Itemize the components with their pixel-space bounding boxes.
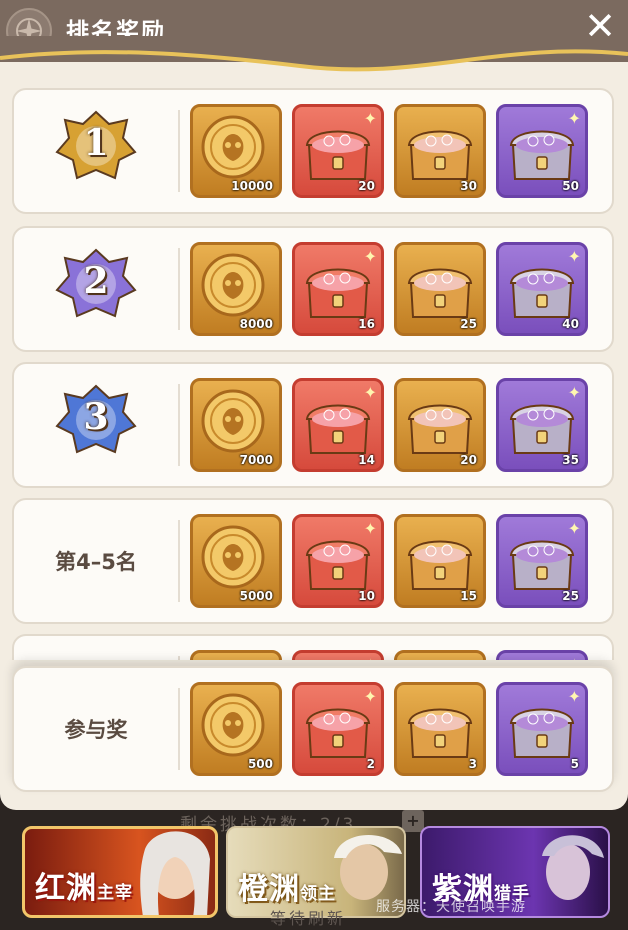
sparkle-icon: ✦ — [567, 519, 581, 538]
reward-row: 2 8000 ✦ 16 25 ✦ 40 — [12, 226, 614, 352]
sparkle-icon: ✦ — [363, 383, 377, 402]
item-quantity: 2 — [366, 757, 375, 771]
item-quantity: 15 — [460, 589, 477, 603]
participation-label: 参与奖 — [64, 718, 128, 742]
rank-range-label: 第4–5名 — [55, 550, 137, 574]
refresh-wait-text: 等待刷新 — [270, 909, 347, 928]
item-quantity: 30 — [460, 179, 477, 193]
rank-1-badge: 1 — [51, 104, 141, 198]
item-quantity: 25 — [562, 589, 579, 603]
reward-item-gold-coin[interactable]: 500 — [190, 682, 282, 776]
row-divider — [178, 688, 180, 770]
reward-item-orange-chest[interactable]: 20 — [394, 378, 486, 472]
header-wave-decoration — [0, 36, 628, 72]
sparkle-icon: ✦ — [568, 655, 581, 660]
item-quantity: 10 — [358, 589, 375, 603]
sparkle-icon: ✦ — [567, 383, 581, 402]
reward-list[interactable]: 1 10000 ✦ 20 30 ✦ 50 2 8000 ✦ 16 25 ✦ 40 3 7000 ✦ 14 20 ✦ 35… — [12, 88, 614, 660]
reward-row: 第4–5名 5000 ✦ 10 15 ✦ 25 — [12, 498, 614, 624]
item-quantity: 14 — [358, 453, 375, 467]
row-divider — [178, 520, 180, 602]
ranking-rewards-panel: 排名奖励 ✕ 1 10000 ✦ 20 30 ✦ 50 2 8000 ✦ 16 25 ✦ 40 3 7000 ✦… — [0, 0, 628, 810]
add-attempts-button[interactable]: + — [402, 810, 424, 832]
row-divider — [178, 110, 180, 192]
item-quantity: 20 — [460, 453, 477, 467]
item-quantity: 20 — [358, 179, 375, 193]
reward-row: 3 7000 ✦ 14 20 ✦ 35 — [12, 362, 614, 488]
reward-item-red-chest[interactable]: ✦ 10 — [292, 514, 384, 608]
reward-item-orange-chest[interactable]: 25 — [394, 242, 486, 336]
row-divider — [178, 248, 180, 330]
reward-item-orange-chest[interactable]: 3 — [394, 682, 486, 776]
banner-name: 橙渊 — [238, 872, 300, 907]
banner-red-abyss[interactable]: 红渊主宰 — [22, 826, 218, 918]
reward-item-purple-chest[interactable]: ✦ 5 — [496, 682, 588, 776]
reward-item-red-chest[interactable]: ✦ 2 — [292, 682, 384, 776]
row-divider — [178, 384, 180, 466]
item-quantity: 5000 — [239, 589, 273, 603]
reward-item-red-chest[interactable]: ✦ 16 — [292, 242, 384, 336]
reward-item-red-chest[interactable]: ✦ 14 — [292, 378, 384, 472]
reward-item-purple-chest[interactable]: ✦ 35 — [496, 378, 588, 472]
item-quantity: 35 — [562, 453, 579, 467]
sparkle-icon: ✦ — [567, 247, 581, 266]
reward-row: ✦✦ — [12, 634, 614, 660]
rank-3-badge: 3 — [51, 378, 141, 472]
rank-label-area: 3 — [14, 364, 178, 486]
banner-name: 红渊 — [35, 871, 97, 906]
reward-item-red-chest[interactable]: ✦ — [292, 650, 384, 660]
reward-item-orange-chest[interactable]: 15 — [394, 514, 486, 608]
rank-number: 3 — [83, 396, 109, 438]
reward-item-orange-chest[interactable] — [394, 650, 486, 660]
item-quantity: 50 — [562, 179, 579, 193]
reward-item-gold-coin[interactable]: 8000 — [190, 242, 282, 336]
reward-item-purple-chest[interactable]: ✦ — [496, 650, 588, 660]
banner-sub: 主宰 — [97, 883, 133, 903]
item-quantity: 16 — [358, 317, 375, 331]
rank-number: 1 — [83, 122, 109, 164]
reward-item-gold-coin[interactable] — [190, 650, 282, 660]
reward-item-red-chest[interactable]: ✦ 20 — [292, 104, 384, 198]
item-quantity: 8000 — [239, 317, 273, 331]
reward-item-gold-coin[interactable]: 7000 — [190, 378, 282, 472]
participation-reward-row: 参与奖 500 ✦ 2 3 ✦ 5 — [12, 666, 614, 792]
reward-item-purple-chest[interactable]: ✦ 50 — [496, 104, 588, 198]
reward-item-gold-coin[interactable]: 5000 — [190, 514, 282, 608]
row-divider — [178, 656, 180, 660]
reward-row: 1 10000 ✦ 20 30 ✦ 50 — [12, 88, 614, 214]
reward-item-purple-chest[interactable]: ✦ 25 — [496, 514, 588, 608]
sparkle-icon: ✦ — [363, 519, 377, 538]
rank-2-badge: 2 — [51, 242, 141, 336]
item-quantity: 40 — [562, 317, 579, 331]
reward-item-orange-chest[interactable]: 30 — [394, 104, 486, 198]
watermark-text: 服务器：天使召唤手游 — [376, 899, 526, 915]
item-quantity: 5 — [570, 757, 579, 771]
item-quantity: 3 — [468, 757, 477, 771]
rank-number: 2 — [83, 260, 109, 302]
reward-item-gold-coin[interactable]: 10000 — [190, 104, 282, 198]
sparkle-icon: ✦ — [363, 247, 377, 266]
sparkle-icon: ✦ — [363, 687, 377, 706]
rank-label-area: 参与奖 — [14, 668, 178, 790]
reward-item-purple-chest[interactable]: ✦ 40 — [496, 242, 588, 336]
item-quantity: 25 — [460, 317, 477, 331]
rank-label-area: 1 — [14, 90, 178, 212]
item-quantity: 500 — [247, 757, 273, 771]
item-quantity: 10000 — [231, 179, 273, 193]
sparkle-icon: ✦ — [567, 109, 581, 128]
sparkle-icon: ✦ — [567, 687, 581, 706]
sparkle-icon: ✦ — [364, 655, 377, 660]
rank-label-area — [14, 636, 178, 660]
rank-label-area: 第4–5名 — [14, 500, 178, 622]
item-quantity: 7000 — [239, 453, 273, 467]
reward-row: 参与奖 500 ✦ 2 3 ✦ 5 — [12, 666, 614, 792]
banner-sub: 领主 — [300, 884, 336, 904]
sparkle-icon: ✦ — [363, 109, 377, 128]
rank-label-area: 2 — [14, 228, 178, 350]
